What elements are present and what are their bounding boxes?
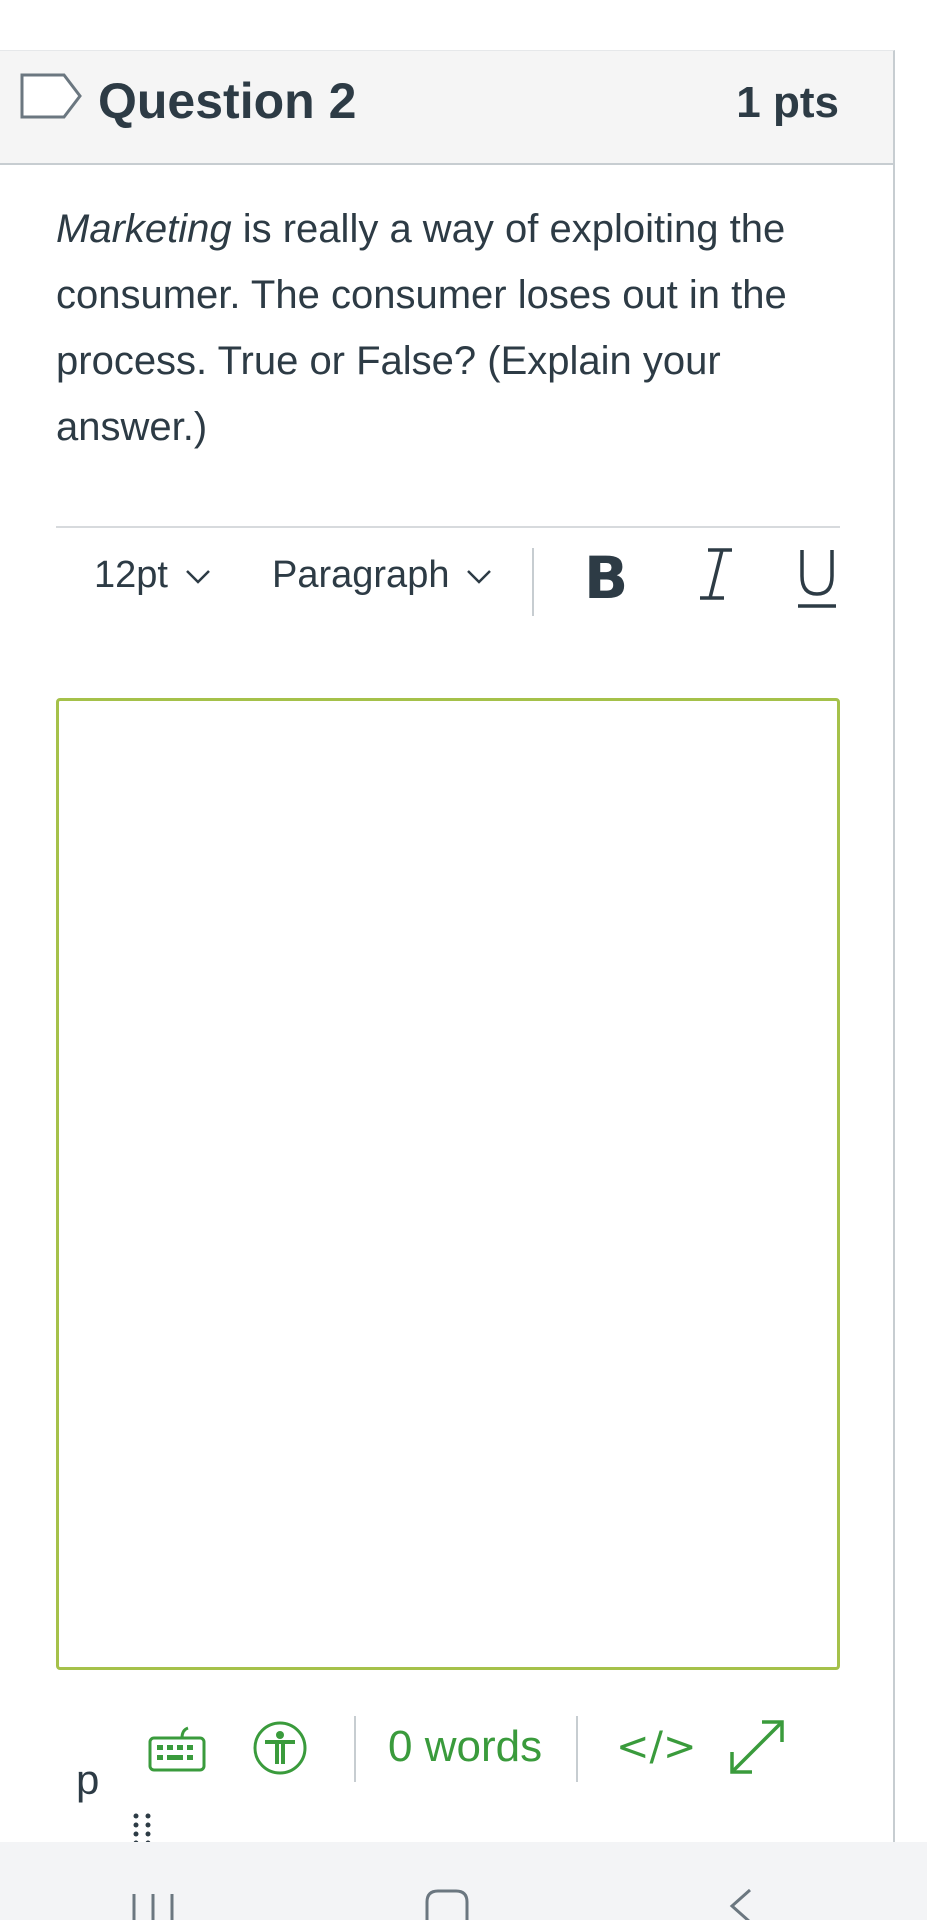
block-format-dropdown[interactable]: Paragraph: [272, 554, 493, 597]
back-icon[interactable]: [726, 1886, 754, 1920]
accessibility-checker-icon[interactable]: [252, 1720, 308, 1776]
question-text: Marketing is really a way of exploiting …: [56, 196, 856, 460]
quiz-page: Question 2 1 pts Marketing is really a w…: [0, 0, 927, 1920]
recents-icon[interactable]: [130, 1890, 176, 1920]
chevron-down-icon: [186, 569, 210, 584]
keyboard-icon[interactable]: [148, 1724, 206, 1772]
html-editor-toggle[interactable]: </>: [616, 1724, 697, 1770]
block-format-label: Paragraph: [272, 554, 450, 596]
statusbar-divider: [354, 1716, 356, 1782]
question-header: Question 2 1 pts: [0, 51, 893, 165]
editor-toolbar: 12pt Paragraph B: [56, 526, 840, 618]
answer-editor[interactable]: [56, 698, 840, 1670]
font-size-dropdown[interactable]: 12pt: [94, 554, 212, 597]
underline-icon[interactable]: [794, 544, 840, 610]
bold-button[interactable]: B: [584, 544, 628, 612]
toolbar-divider: [532, 548, 534, 616]
question-emphasis: Marketing: [56, 207, 232, 251]
chevron-down-icon: [467, 569, 492, 584]
bookmark-flag-icon[interactable]: [20, 73, 82, 119]
resize-handle-icon[interactable]: [130, 1812, 154, 1846]
fullscreen-icon[interactable]: [726, 1716, 788, 1778]
word-count[interactable]: 0 words: [388, 1722, 542, 1772]
italic-icon[interactable]: [696, 544, 736, 604]
font-size-label: 12pt: [94, 554, 168, 596]
system-navigation-bar: [0, 1842, 927, 1920]
element-path[interactable]: p: [76, 1756, 99, 1804]
statusbar-divider: [576, 1716, 578, 1782]
question-title: Question 2: [98, 73, 357, 129]
question-points: 1 pts: [736, 78, 839, 127]
home-icon[interactable]: [424, 1888, 470, 1920]
